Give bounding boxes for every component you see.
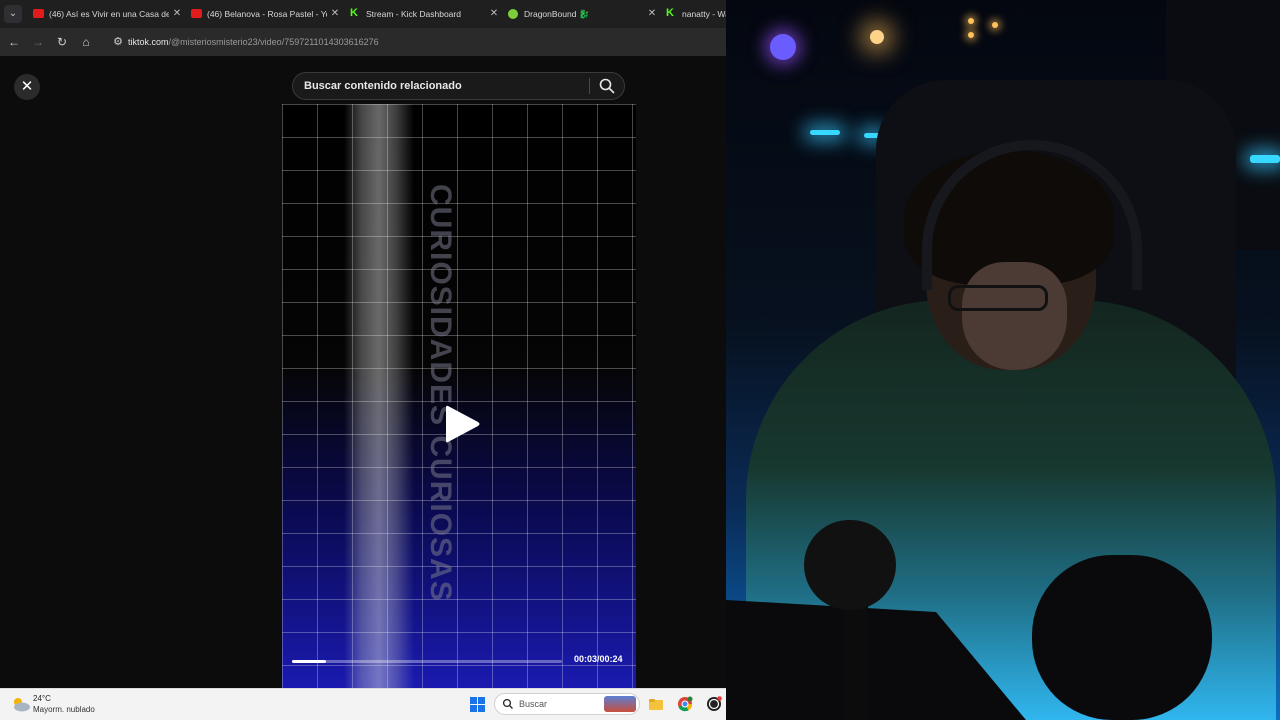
video-progress-bar[interactable] xyxy=(292,660,562,663)
search-icon[interactable] xyxy=(598,77,616,95)
rgb-light xyxy=(770,34,796,60)
video-time: 00:03/00:24 xyxy=(574,654,623,664)
tab-close-icon[interactable]: ✕ xyxy=(171,4,183,24)
play-icon[interactable] xyxy=(442,402,482,446)
browser-tab[interactable]: DragonBound 🐉 ✕ xyxy=(508,4,658,24)
window-light xyxy=(968,32,974,38)
site-info-icon[interactable]: ⚙ xyxy=(110,34,126,50)
tab-title: (46) Belanova - Rosa Pastel - Yo xyxy=(207,9,327,19)
forward-arrow-icon[interactable]: → xyxy=(30,34,46,50)
youtube-icon xyxy=(191,9,202,18)
back-arrow-icon[interactable]: ← xyxy=(6,34,22,50)
person-hand xyxy=(1032,555,1212,720)
tab-title: DragonBound 🐉 xyxy=(524,9,590,19)
tab-search-menu-button[interactable]: ⌄ xyxy=(4,5,22,23)
address-bar[interactable]: tiktok.com/@misteriosmisterio23/video/75… xyxy=(128,34,379,50)
weather-temperature: 24°C xyxy=(33,694,51,703)
tab-close-icon[interactable]: ✕ xyxy=(646,4,658,24)
led-strip-light xyxy=(810,130,840,135)
file-explorer-icon[interactable] xyxy=(648,696,664,712)
webcam-feed xyxy=(726,0,1280,720)
window-light xyxy=(968,18,974,24)
related-search-input[interactable]: Buscar contenido relacionado xyxy=(292,72,625,100)
search-placeholder: Buscar contenido relacionado xyxy=(304,80,462,92)
microphone xyxy=(804,520,896,610)
home-icon[interactable]: ⌂ xyxy=(78,34,94,50)
reload-icon[interactable]: ↻ xyxy=(54,34,70,50)
tab-bar: ⌄ (46) Así es Vivir en una Casa de ✕ (46… xyxy=(0,0,726,28)
video-player[interactable]: CURIOSIDADES CURIOSAS 00:03/00:24 xyxy=(282,104,636,688)
tab-close-icon[interactable]: ✕ xyxy=(329,4,341,24)
tiktok-page: ✕ Buscar contenido relacionado CURIOSIDA… xyxy=(0,56,726,688)
browser-toolbar: ← → ↻ ⌂ ⚙ tiktok.com/@misteriosmisterio2… xyxy=(0,28,726,56)
taskbar-search-label: Buscar xyxy=(519,699,548,709)
obs-icon[interactable] xyxy=(706,696,722,712)
ceiling-lamp xyxy=(870,30,884,44)
window-light xyxy=(992,22,998,28)
browser-tab[interactable]: (46) Belanova - Rosa Pastel - Yo ✕ xyxy=(191,4,341,24)
browser-window: ⌄ (46) Así es Vivir en una Casa de ✕ (46… xyxy=(0,0,726,688)
search-highlight-image xyxy=(604,696,636,712)
chrome-icon[interactable] xyxy=(677,696,693,712)
video-progress-fill xyxy=(292,660,326,663)
tab-title: nanatty - Wa xyxy=(682,9,726,19)
search-icon xyxy=(502,698,513,709)
windows-taskbar: 24°C Mayorm. nublado Buscar xyxy=(0,688,726,720)
weather-description: Mayorm. nublado xyxy=(33,705,95,714)
address-path: /@misteriosmisterio23/video/759721101430… xyxy=(168,37,379,47)
cloud-icon[interactable] xyxy=(10,696,32,712)
led-strip-light xyxy=(1250,155,1280,163)
youtube-icon xyxy=(33,9,44,18)
browser-tab[interactable]: K nanatty - Wa xyxy=(666,4,726,24)
kick-icon: K xyxy=(666,7,674,19)
windows-start-icon[interactable] xyxy=(470,697,485,712)
search-divider xyxy=(589,78,590,94)
taskbar-search-box[interactable]: Buscar xyxy=(494,693,640,715)
address-host: tiktok.com xyxy=(128,37,169,47)
tab-title: Stream - Kick Dashboard xyxy=(366,9,461,19)
tab-title: (46) Así es Vivir en una Casa de xyxy=(49,9,169,19)
tab-close-icon[interactable]: ✕ xyxy=(488,4,500,24)
browser-tab[interactable]: K Stream - Kick Dashboard ✕ xyxy=(350,4,500,24)
browser-tab[interactable]: (46) Así es Vivir en una Casa de ✕ xyxy=(33,4,183,24)
kick-icon: K xyxy=(350,7,358,19)
video-grid-background xyxy=(282,104,636,688)
close-video-button[interactable]: ✕ xyxy=(14,74,40,100)
dragonbound-icon xyxy=(508,9,518,19)
